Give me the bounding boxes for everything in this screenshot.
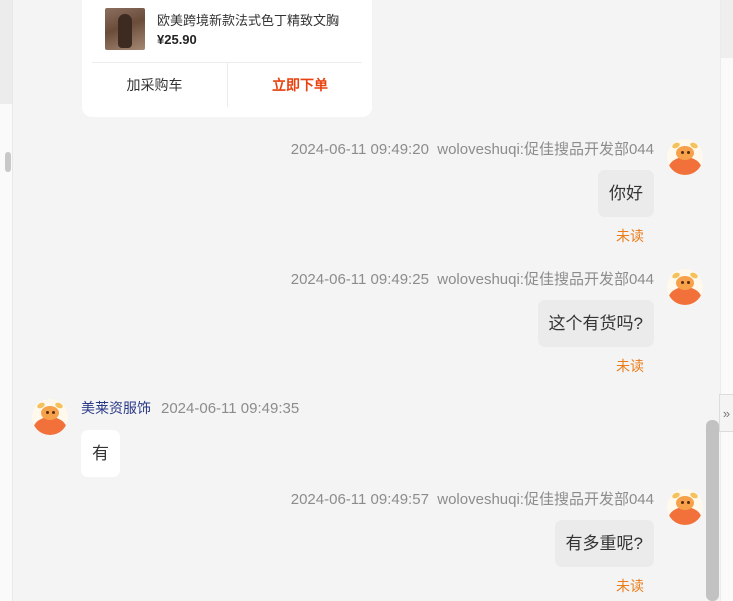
right-panel-edge xyxy=(720,0,733,601)
right-panel-shade xyxy=(721,0,733,58)
message-bubble[interactable]: 有 xyxy=(81,430,120,477)
add-to-cart-button[interactable]: 加采购车 xyxy=(82,63,227,107)
read-status: 未读 xyxy=(616,358,644,374)
message-meta: 2024-06-11 09:49:57 woloveshuqi:促佳搜品开发部0… xyxy=(291,488,654,509)
product-thumbnail[interactable] xyxy=(105,8,145,50)
sender-name[interactable]: 美莱资服饰 xyxy=(81,400,151,416)
message-timestamp: 2024-06-11 09:49:57 xyxy=(290,491,429,508)
left-panel-edge xyxy=(0,0,13,601)
message-bubble[interactable]: 这个有货吗? xyxy=(537,300,654,347)
avatar[interactable] xyxy=(32,399,68,435)
sender-name: woloveshuqi:促佳搜品开发部044 xyxy=(437,141,654,158)
message-timestamp: 2024-06-11 09:49:25 xyxy=(290,271,429,288)
message-bubble[interactable]: 你好 xyxy=(598,170,654,217)
product-price: ¥25.90 xyxy=(157,32,197,47)
message-bubble[interactable]: 有多重呢? xyxy=(554,520,654,567)
product-title[interactable]: 欧美跨境新款法式色丁精致文胸 xyxy=(157,10,339,29)
message-meta: 2024-06-11 09:49:20 woloveshuqi:促佳搜品开发部0… xyxy=(291,138,654,159)
left-panel-shade xyxy=(0,0,12,104)
message-timestamp: 2024-06-11 09:49:35 xyxy=(161,400,300,417)
sender-name: woloveshuqi:促佳搜品开发部044 xyxy=(437,491,654,508)
collapse-panel-button[interactable]: » xyxy=(719,394,733,432)
avatar[interactable] xyxy=(667,489,703,525)
product-card: 欧美跨境新款法式色丁精致文胸 ¥25.90 加采购车 立即下单 xyxy=(82,0,372,117)
chat-scrollbar[interactable] xyxy=(706,420,719,601)
sender-name: woloveshuqi:促佳搜品开发部044 xyxy=(437,271,654,288)
message-timestamp: 2024-06-11 09:49:20 xyxy=(290,141,429,158)
double-chevron-right-icon: » xyxy=(722,405,731,421)
left-scroll-handle[interactable] xyxy=(5,152,11,172)
read-status: 未读 xyxy=(616,228,644,244)
message-meta: 2024-06-11 09:49:25 woloveshuqi:促佳搜品开发部0… xyxy=(291,268,654,289)
order-now-button[interactable]: 立即下单 xyxy=(228,63,372,107)
avatar[interactable] xyxy=(667,139,703,175)
read-status: 未读 xyxy=(616,578,644,594)
message-meta: 美莱资服饰 2024-06-11 09:49:35 xyxy=(81,398,299,418)
avatar[interactable] xyxy=(667,269,703,305)
